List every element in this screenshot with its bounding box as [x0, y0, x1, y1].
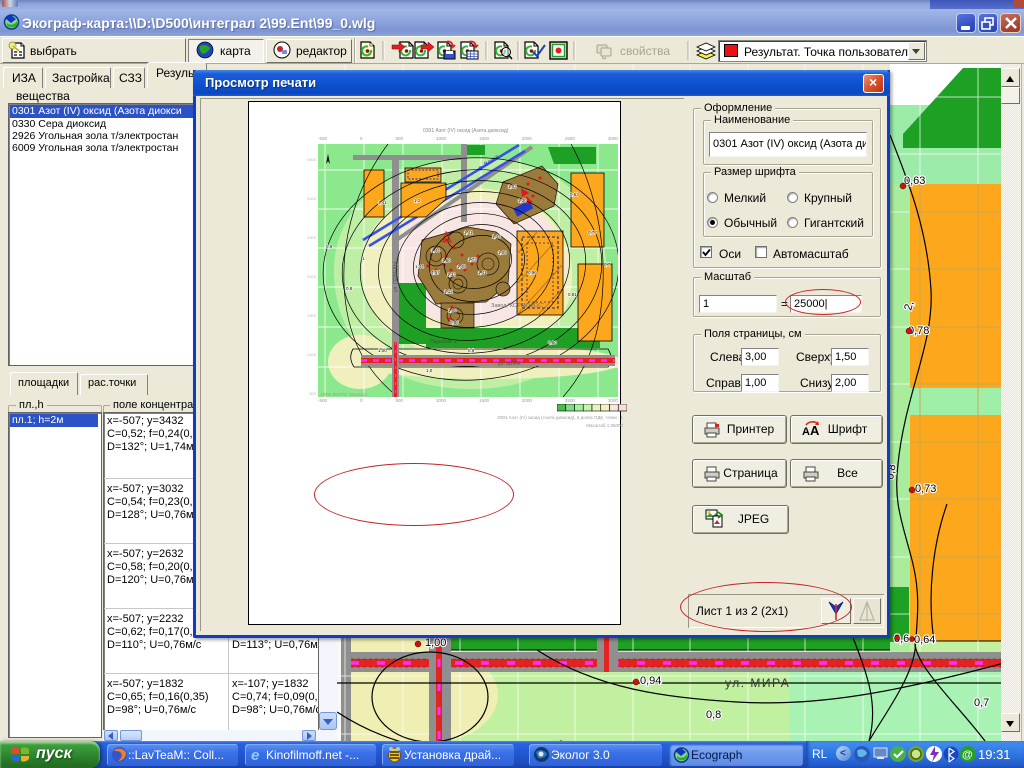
svg-text:0,77: 0,77: [588, 230, 597, 235]
svg-text:1,00: 1,00: [378, 348, 387, 353]
svg-text:1,2: 1,2: [414, 198, 421, 203]
svg-text:1,09: 1,09: [498, 250, 507, 255]
svg-text:1,03: 1,03: [508, 184, 517, 189]
svg-text:1,44: 1,44: [415, 264, 424, 269]
svg-text:0,8: 0,8: [706, 709, 721, 721]
svg-text:0,94: 0,94: [640, 675, 661, 687]
svg-text:A: A: [810, 423, 820, 438]
svg-text:1,41: 1,41: [378, 200, 387, 205]
svg-text:1,33: 1,33: [447, 272, 456, 277]
svg-text:Завод "КОРМОФОС": Завод "КОРМОФОС": [491, 303, 544, 309]
svg-text:0,9: 0,9: [326, 244, 333, 249]
svg-text:1,41: 1,41: [464, 230, 473, 235]
svg-text:1,12: 1,12: [444, 289, 453, 294]
svg-text:A: A: [802, 426, 810, 438]
svg-text:0,8: 0,8: [346, 286, 353, 291]
svg-text:1,44: 1,44: [492, 234, 501, 239]
svg-text:Парковая з.: Парковая з.: [430, 339, 457, 345]
svg-text:0,7: 0,7: [974, 697, 989, 709]
svg-text:свойства: свойства: [620, 44, 670, 58]
svg-text:1,08: 1,08: [448, 308, 457, 313]
svg-text:1,48: 1,48: [457, 264, 466, 269]
svg-text:@: @: [962, 749, 973, 761]
svg-text:1,73: 1,73: [468, 257, 477, 262]
svg-text:0,7: 0,7: [604, 262, 611, 267]
svg-text:0,60: 0,60: [548, 340, 557, 345]
svg-text:1,44: 1,44: [431, 248, 440, 253]
svg-text:1,41: 1,41: [478, 270, 487, 275]
svg-text:1,30: 1,30: [518, 198, 527, 203]
svg-text:0,63: 0,63: [904, 175, 925, 187]
svg-text:4,57: 4,57: [431, 270, 440, 275]
svg-text:ул. МИРА: ул. МИРА: [498, 361, 521, 367]
svg-text:ул. МИРА: ул. МИРА: [725, 676, 790, 690]
svg-text:0,64: 0,64: [914, 634, 935, 646]
svg-text:e: e: [251, 747, 259, 763]
svg-text:1,00: 1,00: [425, 637, 446, 649]
svg-text:0,81: 0,81: [568, 292, 577, 297]
svg-text:0,63: 0,63: [570, 192, 579, 197]
svg-text:0,86: 0,86: [450, 320, 459, 325]
svg-text:ул. ПОБЕДЫ: ул. ПОБЕДЫ: [393, 261, 399, 292]
svg-text:0,73: 0,73: [915, 483, 936, 495]
svg-text:0,96: 0,96: [528, 270, 537, 275]
svg-text:0,9: 0,9: [468, 348, 475, 353]
svg-text:1,60: 1,60: [442, 258, 451, 263]
svg-text:1,0: 1,0: [426, 368, 433, 373]
